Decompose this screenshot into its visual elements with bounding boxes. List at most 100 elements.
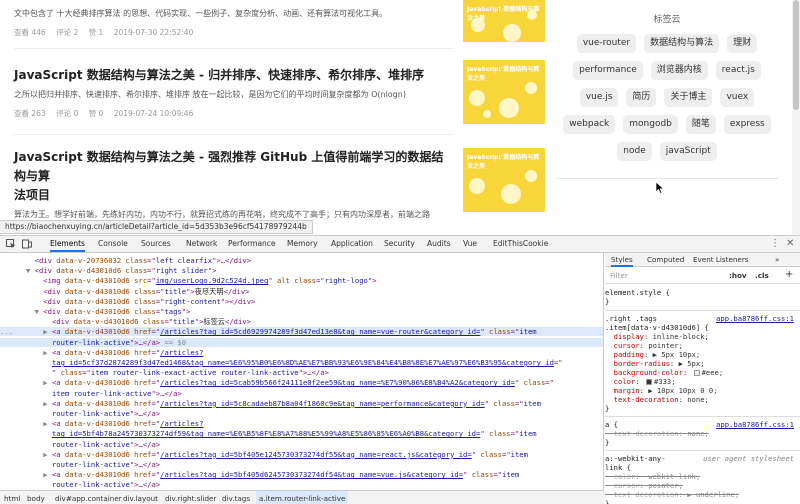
tag-link[interactable]: 数据结构与算法	[644, 34, 720, 53]
rule-selector[interactable]: .right .tags app.ba8786ff.css:1	[605, 314, 800, 323]
dom-node-line[interactable]: <div data-v-20736032 class="left clearfi…	[0, 256, 603, 265]
breadcrumb-item[interactable]: a.item.router-link-active	[256, 491, 349, 504]
article-title[interactable]: JavaScript 数据结构与算法之美 - 强烈推荐 GitHub 上值得前端…	[14, 148, 454, 205]
dom-node-line[interactable]: ▼ <div data-v-d43010d6 class="tags">	[0, 307, 603, 316]
element-style-rule[interactable]: element.style {	[605, 288, 800, 297]
breadcrumb-item[interactable]: body	[27, 491, 45, 504]
tag-link[interactable]: react.js	[715, 61, 761, 80]
article-item[interactable]: JavaScript 数据结构与算法之美 - 归并排序、快速排序、希尔排序、堆排…	[14, 66, 454, 119]
divider	[556, 178, 778, 179]
css-property[interactable]: border-radius: ▶ 5px;	[605, 359, 800, 368]
tab-memory[interactable]: Memory	[287, 236, 318, 252]
close-devtools-icon[interactable]: ✕	[786, 236, 794, 252]
dom-node-line[interactable]: <div data-v-d43010d6 class="title">夜尽天明<…	[0, 287, 603, 296]
tab-elements[interactable]: Elements	[50, 236, 85, 252]
dom-node-line[interactable]: item router-link-active">…</a>	[0, 389, 603, 398]
dom-node-line[interactable]: <div data-v-d43010d6 class="title">标签云</…	[0, 317, 603, 326]
breadcrumb-item[interactable]: div.tags	[222, 491, 250, 504]
css-property[interactable]: background-color: #eee;	[605, 368, 800, 377]
tab-editthiscookie[interactable]: EditThisCookie	[493, 236, 548, 252]
rule-selector[interactable]: a:-webkit-any-user agent stylesheet	[605, 454, 800, 463]
tab-application[interactable]: Application	[331, 236, 373, 252]
css-property-overridden[interactable]: cursor: pointer;	[605, 481, 800, 490]
tag-link[interactable]: express	[723, 115, 771, 134]
breadcrumb-item[interactable]: div#app.container	[55, 491, 122, 504]
breadcrumb-item[interactable]: html	[4, 491, 20, 504]
dom-node-line[interactable]: ▶ <a data-v-d43010d6 href="/articles?tag…	[0, 450, 603, 459]
tag-link[interactable]: 浏览器内核	[650, 61, 708, 80]
css-property-overridden[interactable]: color: -webkit-link;	[605, 472, 800, 481]
tab-security[interactable]: Security	[384, 236, 415, 252]
tag-link[interactable]: performance	[573, 61, 643, 80]
breadcrumb-item[interactable]: div.right.slider	[165, 491, 216, 504]
rule-selector[interactable]: a {app.ba8786ff.css:1	[605, 420, 800, 429]
css-property-overridden[interactable]: text-decoration: none;	[605, 429, 800, 438]
css-property[interactable]: text-decoration: none;	[605, 395, 800, 404]
css-property-overridden[interactable]: text-decoration: ▶ underline;	[605, 490, 800, 499]
dom-node-line[interactable]: ▶ <a data-v-d43010d6 href="/articles?tag…	[0, 470, 603, 479]
page-scrollbar-thumb[interactable]	[793, 0, 799, 110]
css-property[interactable]: color: #333;	[605, 377, 800, 386]
breadcrumb-item[interactable]: div.layout	[123, 491, 158, 504]
color-swatch[interactable]	[645, 379, 652, 385]
article-thumbnail[interactable]: JavaScript 数据结构与算法之美	[463, 148, 545, 212]
css-property[interactable]: margin: ▶ 10px 10px 0 0;	[605, 386, 800, 395]
dom-node-line[interactable]: router-link-active">…</a>	[0, 440, 603, 449]
rule-selector[interactable]: .item[data-v-d43010d6] {	[605, 323, 800, 332]
tag-link[interactable]: webpack	[563, 115, 616, 134]
tag-link[interactable]: node	[617, 142, 652, 161]
tab-vue[interactable]: Vue	[463, 236, 477, 252]
tag-link[interactable]: vue.js	[579, 88, 619, 107]
styles-tab[interactable]: Styles	[611, 253, 633, 267]
dom-node-line[interactable]: ▶ <a data-v-d43010d6 href="/articles?tag…	[0, 399, 603, 408]
inspect-element-icon[interactable]	[6, 239, 16, 249]
dom-node-line[interactable]: ... ▶ <a data-v-d43010d6 href="/articles…	[0, 327, 603, 337]
tag-link[interactable]: 简历	[626, 88, 657, 107]
article-item[interactable]: 文中包含了 十大经典排序算法 的思想、代码实现、一些例子、复杂度分析、动画、还有…	[14, 4, 454, 38]
article-title[interactable]: JavaScript 数据结构与算法之美 - 归并排序、快速排序、希尔排序、堆排…	[14, 66, 454, 85]
styles-tab[interactable]: Computed	[647, 253, 684, 267]
device-toolbar-icon[interactable]	[22, 239, 32, 249]
color-swatch[interactable]	[693, 370, 700, 376]
css-property[interactable]: padding: ▶ 5px 10px;	[605, 350, 800, 359]
rule-source-link[interactable]: app.ba8786ff.css:1	[716, 420, 794, 429]
css-property[interactable]: display: inline-block;	[605, 332, 800, 341]
devtools-more-icon[interactable]: ⋮	[770, 236, 780, 252]
tab-performance[interactable]: Performance	[228, 236, 276, 252]
dom-node-line[interactable]: ▶ <a data-v-d43010d6 href="/articles?tag…	[0, 378, 603, 387]
article-thumbnail[interactable]: JavaScript 数据结构与算法之美	[463, 0, 545, 42]
styles-tab[interactable]: Event Listeners	[693, 253, 749, 267]
dom-node-line[interactable]: " class="item router-link-exact-active r…	[0, 368, 603, 377]
tab-audits[interactable]: Audits	[427, 236, 451, 252]
dom-node-line[interactable]: router-link-active">…</a> == $0	[0, 337, 603, 347]
new-rule-button[interactable]: +	[785, 269, 793, 280]
css-property[interactable]: cursor: pointer;	[605, 341, 800, 350]
dom-node-line[interactable]: router-link-active">…</a>	[0, 460, 603, 469]
tag-link[interactable]: mongodb	[623, 115, 678, 134]
tab-console[interactable]: Console	[98, 236, 128, 252]
tab-sources[interactable]: Sources	[141, 236, 171, 252]
dom-node-line[interactable]: <img data-v-d43010d6 src="img/userLogo.9…	[0, 276, 603, 285]
filter-input[interactable]: Filter	[610, 271, 628, 280]
dom-node-line[interactable]: <div data-v-d43010d6 class="right-conten…	[0, 297, 603, 306]
tag-link[interactable]: 理财	[727, 34, 758, 53]
styles-tab[interactable]: »	[775, 253, 779, 267]
dom-node-line[interactable]: tag_id=5cf37d2874289f3d47ed1468&tag_name…	[0, 358, 603, 367]
dom-node-line[interactable]: router-link-active">…</a>	[0, 409, 603, 418]
dom-node-line[interactable]: tag_id=5bf4b78a245730373274df59&tag_name…	[0, 429, 603, 438]
elements-dom-tree[interactable]: <div data-v-20736032 class="left clearfi…	[0, 253, 604, 490]
tag-link[interactable]: 随笔	[685, 115, 716, 134]
cls-toggle[interactable]: .cls	[755, 271, 769, 280]
hov-toggle[interactable]: :hov	[729, 271, 747, 280]
dom-node-line[interactable]: ▶ <a data-v-d43010d6 href="/articles?	[0, 348, 603, 357]
dom-node-line[interactable]: router-link-active">…</a>	[0, 480, 603, 489]
tab-network[interactable]: Network	[186, 236, 217, 252]
rule-source-link[interactable]: app.ba8786ff.css:1	[716, 314, 794, 323]
article-thumbnail[interactable]: JavaScript 数据结构与算法之美	[463, 60, 545, 124]
tag-link[interactable]: vuex	[720, 88, 755, 107]
tag-link[interactable]: javaScript	[659, 142, 717, 161]
dom-node-line[interactable]: ▼ <div data-v-d43010d6 class="right slid…	[0, 266, 603, 275]
tag-link[interactable]: vue-router	[576, 34, 637, 53]
tag-link[interactable]: 关于博主	[664, 88, 713, 107]
dom-node-line[interactable]: ▶ <a data-v-d43010d6 href="/articles?	[0, 419, 603, 428]
